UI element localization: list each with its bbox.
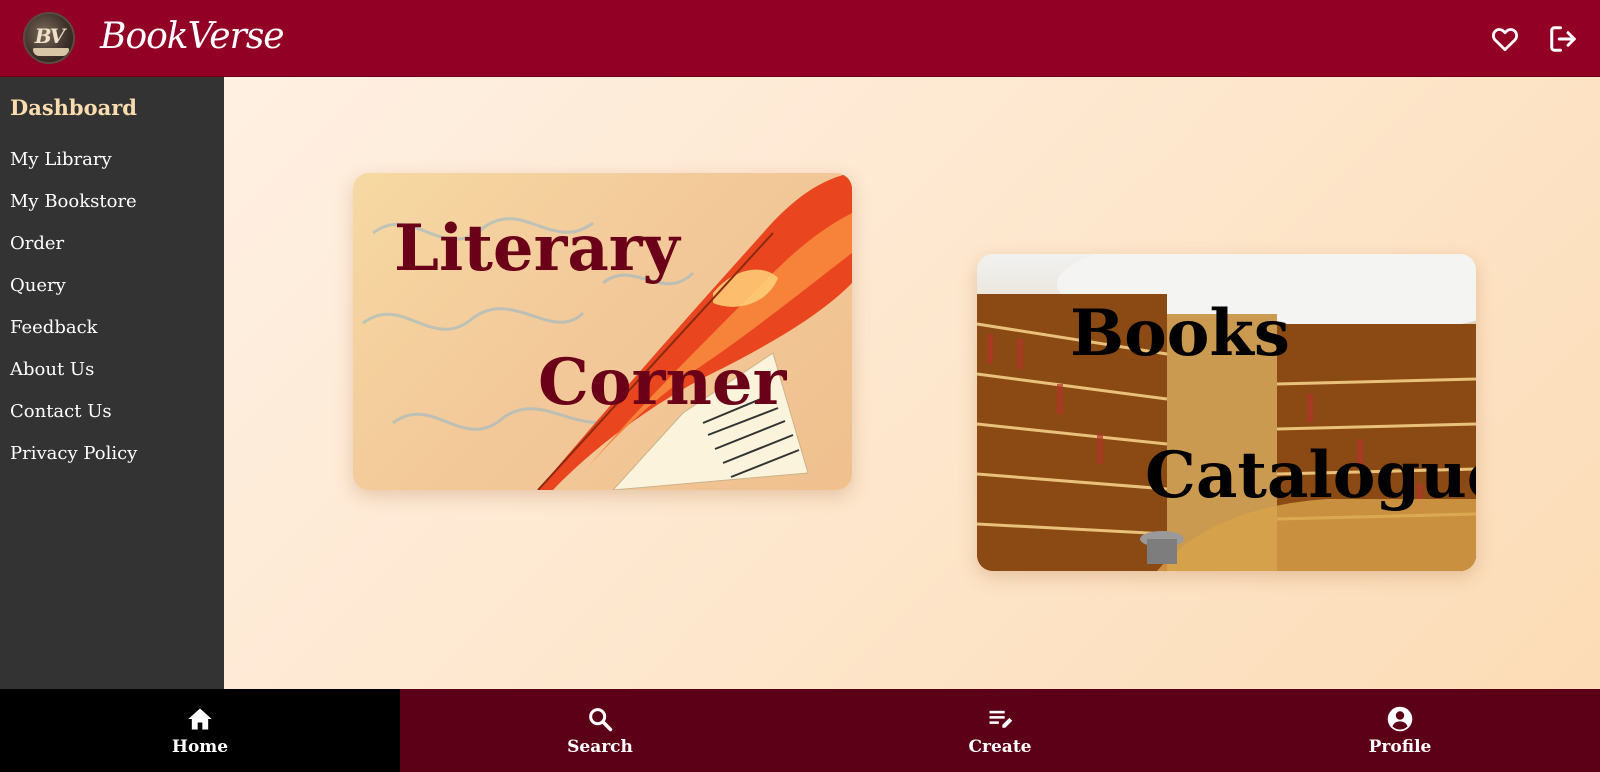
card-title-line2: Catalogue: [1145, 438, 1476, 513]
nav-home-label: Home: [171, 737, 229, 757]
search-icon: [589, 708, 613, 732]
logo-emblem[interactable]: BV: [23, 12, 75, 64]
heart-icon[interactable]: [1490, 24, 1520, 54]
sidebar-item-query[interactable]: Query: [10, 275, 66, 296]
card-title-line1: Books: [1070, 296, 1290, 371]
sidebar-item-my-library[interactable]: My Library: [10, 149, 112, 170]
sidebar-item-order[interactable]: Order: [10, 233, 64, 254]
book-icon: [33, 48, 69, 56]
nav-create[interactable]: Create: [800, 689, 1200, 772]
nav-profile-label: Profile: [1368, 737, 1432, 757]
top-header: BV BookVerse: [0, 0, 1600, 77]
logo-monogram: BV: [34, 24, 65, 48]
sidebar-title[interactable]: Dashboard: [10, 95, 137, 120]
sidebar: Dashboard My Library My Bookstore Order …: [0, 77, 224, 689]
brand-name[interactable]: BookVerse: [100, 12, 285, 62]
card-title-line2: Corner: [538, 345, 787, 420]
main-content: Literary Corner Books Catalogue: [224, 77, 1600, 689]
nav-search-label: Search: [567, 737, 633, 757]
card-title-line1: Literary: [394, 211, 680, 286]
books-catalogue-card[interactable]: Books Catalogue: [977, 254, 1476, 571]
nav-search[interactable]: Search: [400, 689, 800, 772]
bottom-navigation: Home Search Create Profile: [0, 689, 1600, 772]
sidebar-item-about-us[interactable]: About Us: [10, 359, 94, 380]
home-icon: [188, 708, 212, 730]
profile-icon: [1387, 706, 1413, 732]
sidebar-item-privacy-policy[interactable]: Privacy Policy: [10, 443, 137, 464]
nav-profile[interactable]: Profile: [1200, 689, 1600, 772]
nav-create-label: Create: [968, 737, 1032, 757]
create-icon: [989, 710, 1013, 728]
literary-corner-card[interactable]: Literary Corner: [353, 173, 852, 490]
logout-icon[interactable]: [1548, 24, 1578, 54]
nav-home[interactable]: Home: [0, 689, 400, 772]
sidebar-item-my-bookstore[interactable]: My Bookstore: [10, 191, 137, 212]
sidebar-item-feedback[interactable]: Feedback: [10, 317, 98, 338]
sidebar-item-contact-us[interactable]: Contact Us: [10, 401, 112, 422]
